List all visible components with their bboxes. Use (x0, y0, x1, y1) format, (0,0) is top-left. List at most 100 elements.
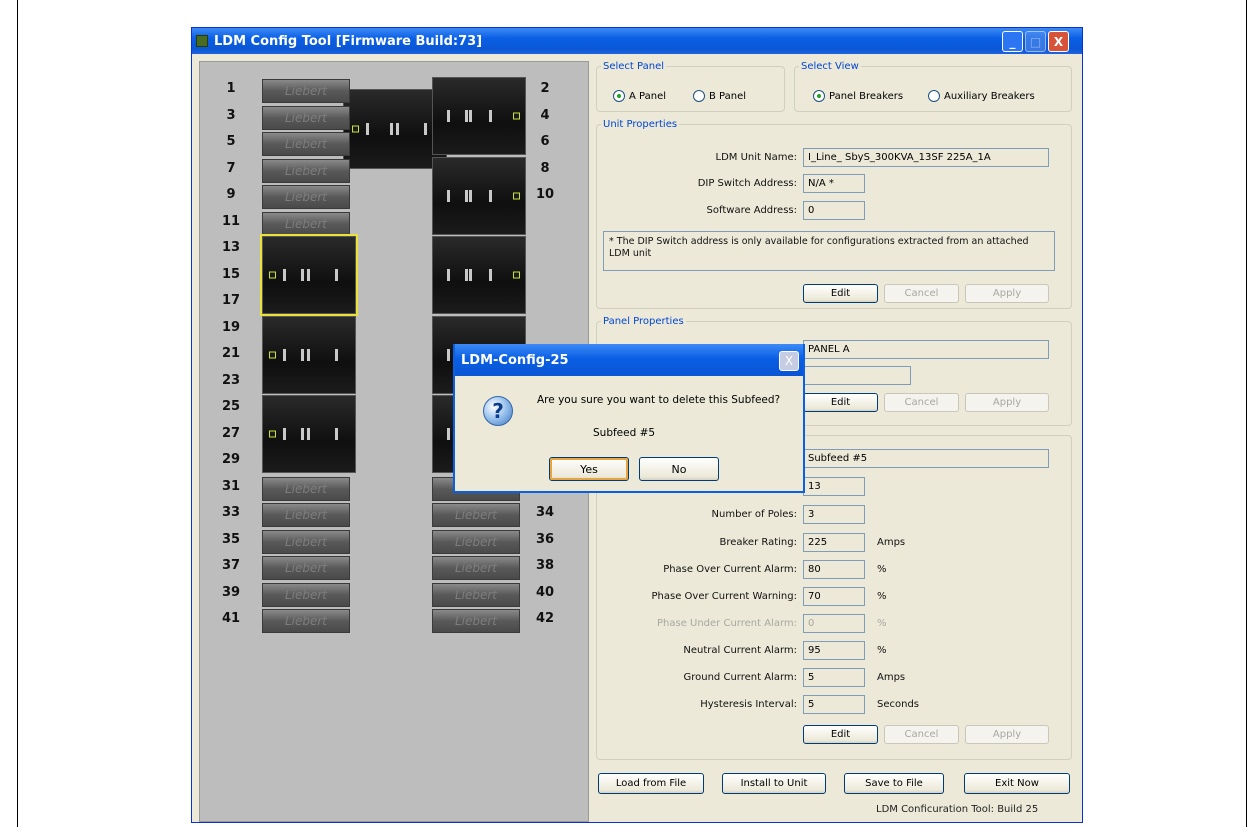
close-button[interactable]: X (1048, 31, 1069, 52)
slot-number-left: 25 (221, 399, 241, 414)
slot-number-right: 42 (535, 611, 555, 626)
empty-slot-right[interactable]: Liebert (432, 582, 520, 607)
load-from-file-button[interactable]: Load from File (598, 773, 704, 794)
pole-icon (469, 269, 472, 281)
unit-edit-button[interactable]: Edit (803, 284, 878, 303)
hysteresis-field[interactable]: 5 (803, 695, 865, 714)
empty-slot-right[interactable]: Liebert (432, 609, 520, 633)
breaker[interactable] (262, 395, 356, 473)
slot-number-left: 41 (221, 611, 241, 626)
pole-icon (366, 123, 369, 135)
radio-panel-breakers[interactable]: Panel Breakers (813, 90, 903, 102)
empty-slot-left[interactable]: Liebert (262, 79, 350, 103)
panel-properties-legend: Panel Properties (603, 316, 684, 327)
empty-slot-left[interactable]: Liebert (262, 503, 350, 527)
empty-slot-left[interactable]: Liebert (262, 582, 350, 607)
empty-slot-left[interactable]: Liebert (262, 211, 350, 236)
slot-number-right: 38 (535, 558, 555, 573)
pole-icon (465, 110, 468, 122)
install-to-unit-button[interactable]: Install to Unit (722, 773, 826, 794)
empty-slot-left[interactable]: Liebert (262, 529, 350, 554)
breaker-apply-button[interactable]: Apply (965, 725, 1049, 744)
maximize-button[interactable]: □ (1025, 31, 1046, 52)
pole-icon (283, 269, 286, 281)
breaker[interactable] (262, 315, 356, 394)
slot-number-right: 2 (540, 81, 550, 96)
slot-number-left: 13 (221, 240, 241, 255)
panel-cancel-button[interactable]: Cancel (884, 393, 959, 412)
empty-slot-right[interactable]: Liebert (432, 529, 520, 554)
rating-field[interactable]: 225 (803, 533, 865, 552)
panel-second-field[interactable] (803, 366, 911, 385)
pole-icon (283, 428, 286, 440)
panel-name-field[interactable]: PANEL A (803, 340, 1049, 359)
hysteresis-unit: Seconds (877, 699, 920, 710)
pole-icon (447, 428, 450, 440)
slot-number-left: 39 (221, 584, 241, 600)
breaker[interactable] (432, 236, 526, 314)
pole-icon (335, 348, 338, 361)
dip-address-field[interactable]: N/A * (803, 174, 865, 193)
minimize-button[interactable]: _ (1002, 31, 1023, 52)
breaker-position-field[interactable]: 13 (803, 477, 865, 496)
software-address-field[interactable]: 0 (803, 201, 865, 220)
radio-b-panel[interactable]: B Panel (693, 90, 746, 102)
breaker-name-field[interactable]: Subfeed #5 (803, 449, 1049, 468)
empty-slot-left[interactable]: Liebert (262, 105, 350, 130)
gca-field[interactable]: 5 (803, 668, 865, 687)
software-address-label: Software Address: (706, 205, 797, 216)
slot-number-right: 10 (535, 187, 555, 202)
empty-slot-left[interactable]: Liebert (262, 609, 350, 633)
breaker[interactable] (432, 156, 526, 235)
yes-button[interactable]: Yes (549, 457, 629, 481)
empty-slot-left[interactable]: Liebert (262, 556, 350, 580)
empty-slot-right[interactable]: Liebert (432, 503, 520, 527)
select-view-legend: Select View (801, 61, 859, 72)
unit-name-label: LDM Unit Name: (715, 152, 797, 163)
empty-slot-left[interactable]: Liebert (262, 132, 350, 156)
nca-unit: % (877, 645, 887, 656)
slot-number-right: 34 (535, 505, 555, 520)
panel-apply-button[interactable]: Apply (965, 393, 1049, 412)
empty-slot-left[interactable]: Liebert (262, 158, 350, 183)
pocw-label: Phase Over Current Warning: (651, 591, 798, 602)
dialog-title[interactable]: LDM-Config-25 (455, 344, 803, 376)
breaker-cancel-button[interactable]: Cancel (884, 725, 959, 744)
dialog-close-button[interactable]: X (779, 351, 799, 371)
exit-now-button[interactable]: Exit Now (964, 773, 1070, 794)
pole-icon (447, 189, 450, 202)
puca-unit: % (877, 618, 887, 629)
pocw-field[interactable]: 70 (803, 587, 865, 606)
empty-slot-left[interactable]: Liebert (262, 185, 350, 209)
nca-field[interactable]: 95 (803, 641, 865, 660)
slot-number-left: 17 (221, 293, 241, 308)
title-bar[interactable]: LDM Config Tool [Firmware Build:73] _ □ … (192, 28, 1082, 54)
slot-number-right: 8 (540, 160, 550, 176)
window-title: LDM Config Tool [Firmware Build:73] (214, 33, 483, 49)
pole-icon (469, 189, 472, 202)
poca-field[interactable]: 80 (803, 560, 865, 579)
pole-icon (335, 269, 338, 281)
breaker[interactable] (260, 234, 358, 316)
slot-number-left: 29 (221, 452, 241, 467)
hysteresis-label: Hysteresis Interval: (700, 699, 797, 710)
rating-label: Breaker Rating: (719, 537, 797, 548)
empty-slot-right[interactable]: Liebert (432, 556, 520, 580)
breaker-edit-button[interactable]: Edit (803, 725, 878, 744)
unit-apply-button[interactable]: Apply (965, 284, 1049, 303)
save-to-file-button[interactable]: Save to File (844, 773, 944, 794)
poles-field[interactable]: 3 (803, 505, 865, 524)
empty-slot-left[interactable]: Liebert (262, 476, 350, 501)
radio-a-panel[interactable]: A Panel (613, 90, 666, 102)
no-button[interactable]: No (639, 457, 719, 481)
unit-cancel-button[interactable]: Cancel (884, 284, 959, 303)
radio-aux-breakers[interactable]: Auxiliary Breakers (928, 90, 1035, 102)
unit-name-field[interactable]: I_Line_ SbyS_300KVA_13SF 225A_1A (803, 148, 1049, 167)
breaker-led-icon (269, 271, 276, 279)
dip-note: * The DIP Switch address is only availab… (603, 231, 1055, 271)
panel-edit-button[interactable]: Edit (803, 393, 878, 412)
breaker-led-icon (513, 271, 520, 279)
puca-field[interactable]: 0 (803, 614, 865, 633)
slot-number-left: 9 (226, 187, 236, 202)
breaker[interactable] (432, 77, 526, 155)
